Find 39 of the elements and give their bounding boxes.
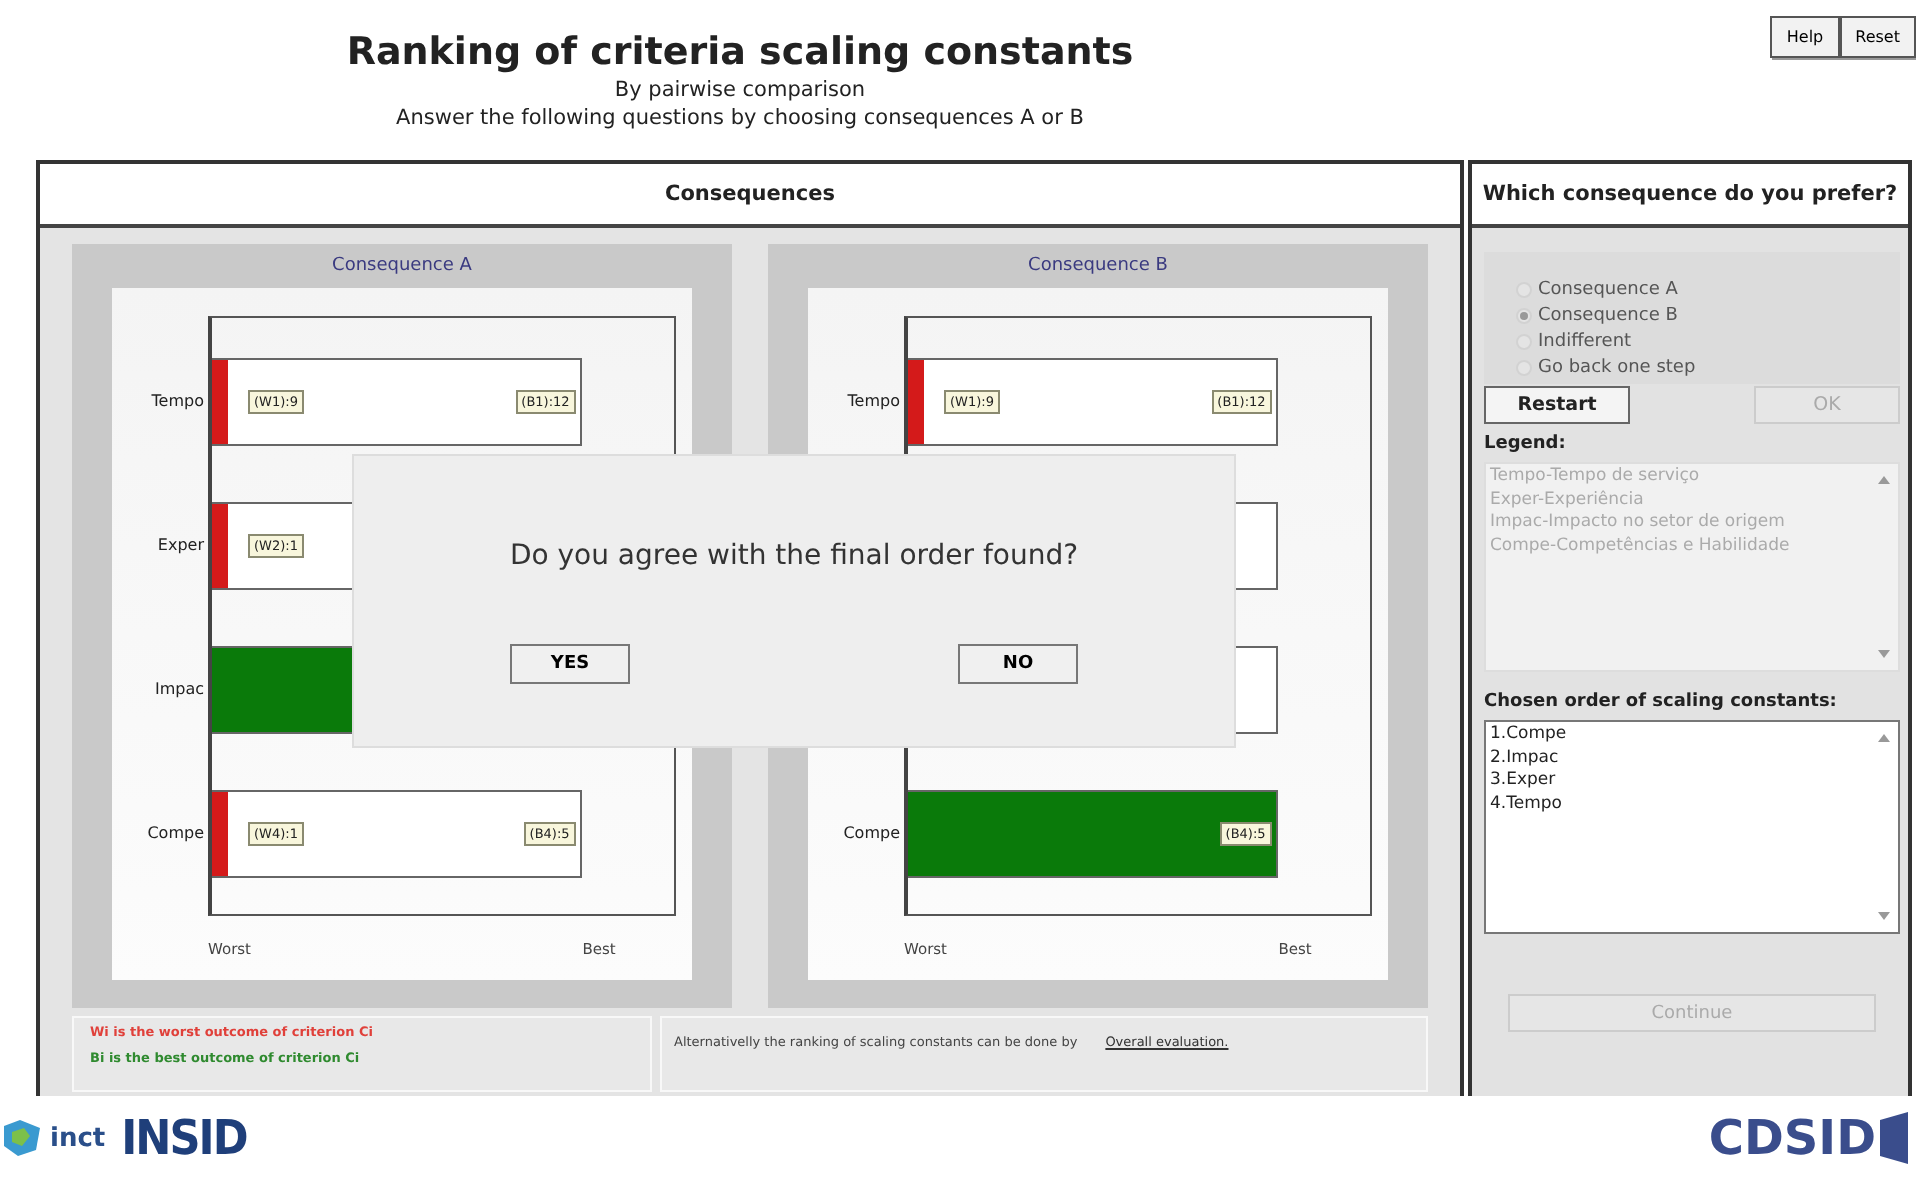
scroll-up-icon[interactable] [1878,734,1890,742]
criterion-label: Exper [157,535,204,553]
dialog-question: Do you agree with the final order found? [509,540,1079,572]
cdsid-logo: CDSID [1708,1110,1908,1166]
order-item: 2.Impac [1490,747,1561,770]
order-item: 3.Exper [1490,770,1558,793]
chart-title: Consequence A [332,254,472,280]
inct-logo: inct [0,1118,106,1158]
criterion-label: Compe [843,823,900,841]
legend-line: Exper-Experiência [1490,489,1646,512]
option-label: Indifferent [1538,330,1632,354]
order-item: 1.Compe [1490,724,1569,747]
scroll-up-icon[interactable] [1878,476,1890,484]
subtitle: By pairwise comparison [614,76,866,104]
legend-line: Compe-Competências e Habilidade [1490,535,1792,558]
restart-button[interactable]: Restart [1484,386,1630,424]
criterion-label: Tempo [847,391,900,409]
criterion-label: Impac [154,679,204,697]
legend-line: Tempo-Tempo de serviço [1490,466,1702,489]
criterion-label: Tempo [151,391,204,409]
order-item: 4.Tempo [1490,793,1564,816]
order-label: Chosen order of scaling constants: [1484,692,1839,712]
dialog-button[interactable]: YES [510,644,630,684]
option-label: Consequence A [1538,278,1678,302]
scroll-down-icon[interactable] [1878,912,1890,920]
header-button[interactable]: Help [1770,16,1840,58]
legend-line: Impac-Impacto no setor de origem [1490,512,1787,535]
option-label: Consequence B [1538,304,1678,328]
page-title: Ranking of criteria scaling constants [346,28,1134,76]
option-label: Go back one step [1538,356,1696,380]
chart-title: Consequence B [1028,254,1168,280]
criterion-label: Compe [147,823,204,841]
legend-label: Legend: [1484,434,1568,454]
scroll-down-icon[interactable] [1878,650,1890,658]
dialog-button[interactable]: NO [958,644,1078,684]
order-list[interactable]: 1.Compe 2.Impac 3.Exper 4.Tempo [1484,720,1900,934]
header-button[interactable]: Reset [1839,16,1916,58]
insid-logo: INSID [121,1110,247,1166]
instruction-text: Answer the following questions by choosing consequences A or B [396,104,1084,132]
